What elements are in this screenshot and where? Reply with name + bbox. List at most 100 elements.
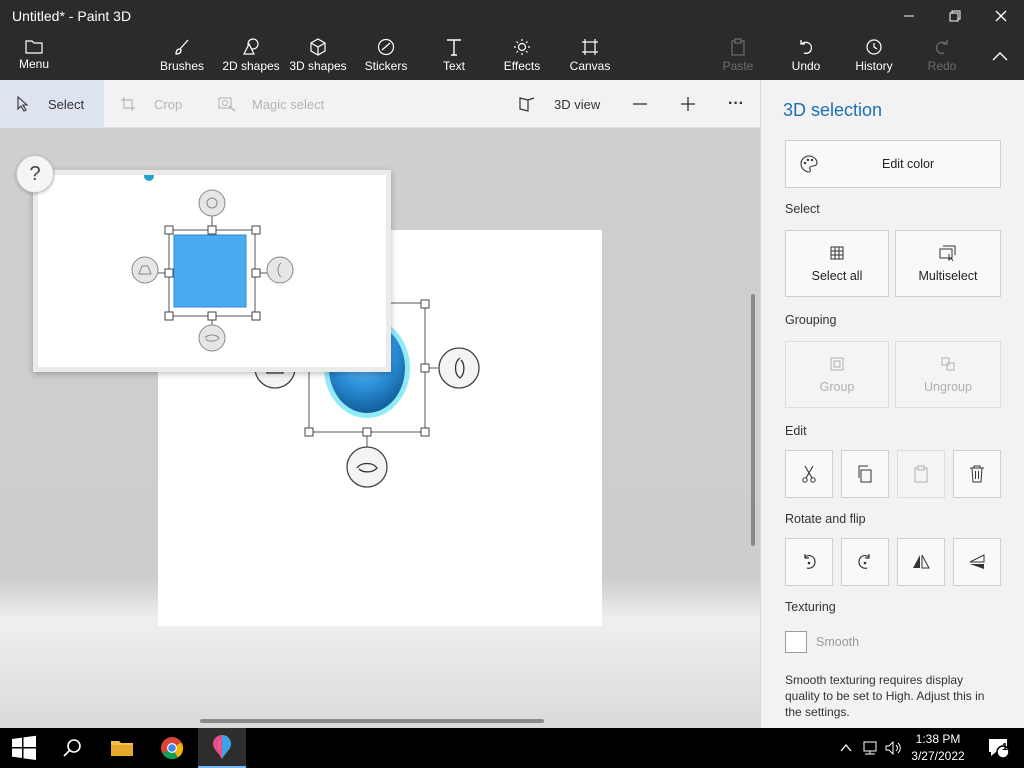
tutorial-handle-right <box>266 256 294 284</box>
paint-3d-icon <box>213 735 231 759</box>
delete-button[interactable] <box>953 450 1001 498</box>
folder-icon <box>111 741 133 756</box>
select-all-icon <box>830 246 844 259</box>
flip-horizontal-icon <box>913 554 930 569</box>
rotate-handle-bottom <box>346 446 388 488</box>
minus-icon <box>633 103 647 105</box>
group-button[interactable]: Group <box>785 341 889 408</box>
edit-color-button[interactable]: Edit color <box>785 140 1001 188</box>
select-button[interactable]: Select <box>16 80 84 128</box>
cut-button[interactable] <box>785 450 833 498</box>
text-tool[interactable]: Text <box>434 32 474 80</box>
flip-vertical-icon <box>969 554 985 569</box>
search-icon <box>63 739 81 757</box>
stickers-tool[interactable]: Stickers <box>362 32 410 80</box>
rotate-right-icon <box>858 554 870 569</box>
start-button[interactable] <box>0 728 48 768</box>
texturing-note: Smooth texturing requires display qualit… <box>785 673 985 719</box>
zoom-out-button[interactable] <box>632 80 648 128</box>
paste-button[interactable]: Paste <box>716 32 760 80</box>
vertical-scrollbar[interactable] <box>751 294 755 546</box>
paint-3d-taskbar-button[interactable] <box>198 728 246 768</box>
search-button[interactable] <box>48 728 96 768</box>
canvas-icon <box>582 39 598 55</box>
show-hidden-icons-button[interactable] <box>834 728 858 768</box>
smooth-checkbox[interactable] <box>785 631 807 653</box>
rotate-left-button[interactable] <box>785 538 833 586</box>
texturing-heading: Texturing <box>785 600 836 614</box>
collapse-ribbon-button[interactable] <box>984 32 1016 80</box>
network-icon <box>863 741 877 755</box>
chrome-button[interactable] <box>148 728 196 768</box>
horizontal-scrollbar[interactable] <box>200 719 544 723</box>
window-title: Untitled* - Paint 3D <box>12 8 132 24</box>
copy-icon <box>858 465 872 483</box>
undo-icon <box>800 40 813 55</box>
select-all-button[interactable]: Select all <box>785 230 889 297</box>
paste-panel-button[interactable] <box>897 450 945 498</box>
smooth-label: Smooth <box>816 635 860 649</box>
cube-icon <box>310 38 326 56</box>
rotation-tutorial-illustration <box>131 171 294 352</box>
crop-button[interactable]: Crop <box>120 80 182 128</box>
rotate-handle-right <box>438 347 480 389</box>
ungroup-button[interactable]: Ungroup <box>895 341 1001 408</box>
history-button[interactable]: History <box>850 32 898 80</box>
ungroup-icon <box>941 357 955 370</box>
selection-toolbar: Select Crop Magic select 3D view ··· <box>0 80 760 128</box>
group-icon <box>830 357 844 370</box>
2d-shapes-icon <box>243 38 259 55</box>
copy-button[interactable] <box>841 450 889 498</box>
multiselect-button[interactable]: Multiselect <box>895 230 1001 297</box>
scissors-icon <box>802 465 816 483</box>
paste-icon <box>914 465 928 483</box>
chevron-up-icon <box>992 52 1008 61</box>
action-center-button[interactable]: 1 <box>976 728 1022 768</box>
volume-button[interactable] <box>882 728 906 768</box>
flip-horizontal-button[interactable] <box>897 538 945 586</box>
restore-button[interactable] <box>932 0 978 32</box>
system-clock[interactable]: 1:38 PM 3/27/2022 <box>906 731 970 765</box>
effects-tool[interactable]: Effects <box>500 32 544 80</box>
folder-icon <box>25 40 43 54</box>
more-options-button[interactable]: ··· <box>728 80 744 128</box>
volume-icon <box>885 741 901 755</box>
chrome-icon <box>161 737 184 760</box>
taskbar: 1:38 PM 3/27/2022 1 <box>0 728 1024 768</box>
zoom-in-button[interactable] <box>680 80 696 128</box>
minimize-button[interactable] <box>886 0 932 32</box>
sticker-icon <box>377 38 395 56</box>
rotate-left-icon <box>804 554 816 569</box>
close-button[interactable] <box>978 0 1024 32</box>
menu-button[interactable]: Menu <box>12 32 56 80</box>
brushes-tool[interactable]: Brushes <box>156 32 208 80</box>
sun-icon <box>514 39 530 55</box>
canvas-workspace[interactable]: ? <box>0 128 760 728</box>
help-tooltip-card <box>33 170 391 372</box>
3d-view-icon <box>519 97 535 112</box>
3d-shapes-tool[interactable]: 3D shapes <box>288 32 348 80</box>
minimize-icon <box>904 15 914 17</box>
magic-select-icon <box>218 97 236 112</box>
help-button[interactable]: ? <box>16 155 54 193</box>
undo-button[interactable]: Undo <box>784 32 828 80</box>
panel-title: 3D selection <box>783 100 883 120</box>
canvas-tool[interactable]: Canvas <box>566 32 614 80</box>
windows-icon <box>12 735 36 760</box>
flip-vertical-button[interactable] <box>953 538 1001 586</box>
title-bar: Untitled* - Paint 3D <box>0 0 1024 32</box>
2d-shapes-tool[interactable]: 2D shapes <box>220 32 282 80</box>
magic-select-button[interactable]: Magic select <box>218 80 324 128</box>
rotate-right-button[interactable] <box>841 538 889 586</box>
3d-view-button[interactable]: 3D view <box>518 80 600 128</box>
chevron-up-icon <box>840 743 852 752</box>
redo-button[interactable]: Redo <box>922 32 962 80</box>
select-heading: Select <box>785 202 820 216</box>
rotate-flip-heading: Rotate and flip <box>785 512 866 526</box>
network-button[interactable] <box>858 728 882 768</box>
crop-icon <box>121 97 135 111</box>
file-explorer-button[interactable] <box>98 728 146 768</box>
main-ribbon: Menu Brushes 2D shapes 3D shapes Sticker… <box>0 32 1024 80</box>
tutorial-handle-bottom <box>198 324 226 352</box>
tutorial-handle-top <box>198 189 226 217</box>
